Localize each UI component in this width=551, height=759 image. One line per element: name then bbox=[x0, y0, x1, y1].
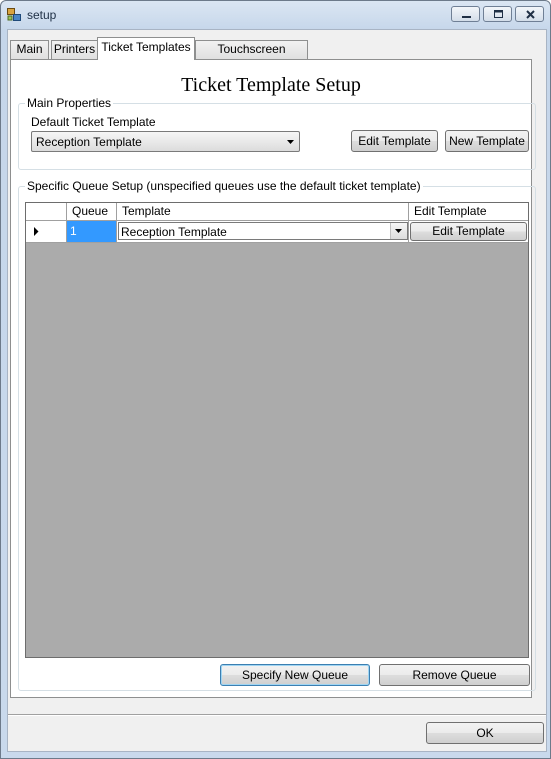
minimize-icon bbox=[462, 16, 471, 18]
row-header-corner bbox=[26, 203, 67, 221]
minimize-button[interactable] bbox=[451, 6, 480, 22]
edit-template-button[interactable]: Edit Template bbox=[351, 130, 438, 152]
template-value: Reception Template bbox=[121, 225, 227, 239]
tab-ticket-templates[interactable]: Ticket Templates bbox=[97, 37, 195, 60]
window-title: setup bbox=[27, 8, 57, 22]
tab-main[interactable]: Main bbox=[10, 40, 49, 59]
current-row-arrow-icon bbox=[34, 227, 39, 236]
tab-label: Main bbox=[16, 42, 43, 56]
tab-printers[interactable]: Printers bbox=[51, 40, 98, 59]
table-row[interactable]: 1 Reception Template Edit Template bbox=[26, 221, 528, 243]
remove-queue-button[interactable]: Remove Queue bbox=[379, 664, 530, 686]
footer-divider bbox=[8, 714, 546, 716]
app-window-icon bbox=[7, 8, 21, 21]
main-properties-group: Main Properties Default Ticket Template … bbox=[18, 96, 536, 170]
tab-label: Ticket Templates bbox=[101, 40, 191, 54]
close-icon bbox=[526, 10, 535, 19]
tab-touchscreen-settings[interactable]: Touchscreen Settings bbox=[195, 40, 308, 73]
default-template-dropdown[interactable]: Reception Template bbox=[31, 131, 300, 152]
column-header-edit-template[interactable]: Edit Template bbox=[409, 203, 528, 221]
new-template-button[interactable]: New Template bbox=[445, 130, 529, 152]
default-template-value: Reception Template bbox=[36, 135, 142, 149]
queue-number: 1 bbox=[70, 224, 77, 238]
default-ticket-template-label: Default Ticket Template bbox=[31, 115, 156, 129]
specific-queue-group: Specific Queue Setup (unspecified queues… bbox=[18, 179, 536, 691]
setup-window: setup Main Printers Ticket Templates Tou… bbox=[0, 0, 551, 759]
row-edit-template-button[interactable]: Edit Template bbox=[410, 222, 527, 241]
window-client-area: Main Printers Ticket Templates Touchscre… bbox=[7, 29, 547, 752]
column-header-label: Template bbox=[122, 204, 171, 218]
row-selector[interactable] bbox=[26, 221, 67, 243]
edit-template-cell: Edit Template bbox=[409, 221, 528, 243]
template-cell[interactable]: Reception Template bbox=[117, 221, 409, 243]
queue-cell[interactable]: 1 bbox=[67, 221, 117, 243]
tab-label: Printers bbox=[53, 42, 96, 56]
queue-grid[interactable]: Queue Template Edit Template 1 Reception… bbox=[25, 202, 529, 658]
close-button[interactable] bbox=[515, 6, 544, 22]
page-title: Ticket Template Setup bbox=[181, 74, 361, 96]
ok-button[interactable]: OK bbox=[426, 722, 544, 744]
grid-header: Queue Template Edit Template bbox=[26, 203, 528, 221]
template-dropdown[interactable]: Reception Template bbox=[118, 222, 408, 240]
template-dropdown-button[interactable] bbox=[390, 223, 407, 239]
column-header-queue[interactable]: Queue bbox=[67, 203, 117, 221]
maximize-button[interactable] bbox=[483, 6, 512, 22]
specific-queue-legend: Specific Queue Setup (unspecified queues… bbox=[25, 179, 423, 193]
column-header-label: Edit Template bbox=[414, 204, 487, 218]
ticket-templates-page: Ticket Template Setup Main Properties De… bbox=[10, 59, 536, 698]
specify-new-queue-button[interactable]: Specify New Queue bbox=[220, 664, 370, 686]
column-header-label: Queue bbox=[72, 204, 109, 218]
maximize-icon bbox=[494, 10, 503, 18]
main-properties-legend: Main Properties bbox=[25, 96, 114, 110]
chevron-down-icon bbox=[395, 229, 402, 233]
title-bar[interactable]: setup bbox=[1, 1, 550, 29]
column-header-template[interactable]: Template bbox=[117, 203, 409, 221]
chevron-down-icon bbox=[287, 140, 294, 144]
